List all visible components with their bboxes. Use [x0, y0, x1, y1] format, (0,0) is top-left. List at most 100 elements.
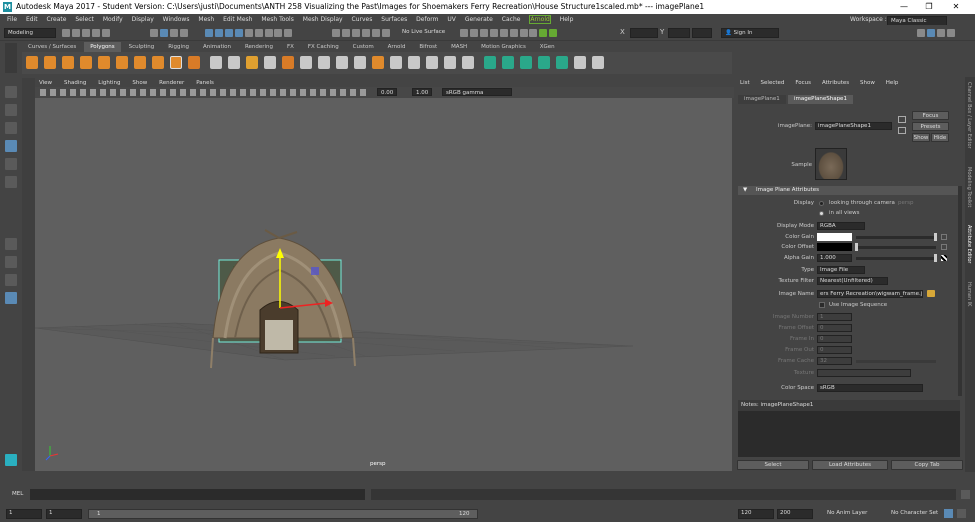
- mirror-icon[interactable]: [282, 56, 294, 69]
- snap-view-icon[interactable]: [361, 29, 370, 37]
- end-frame-field[interactable]: 120: [738, 509, 774, 519]
- close-button[interactable]: ✕: [945, 0, 967, 14]
- poly-torus-icon[interactable]: [98, 56, 110, 69]
- poly-text-icon[interactable]: [170, 56, 182, 69]
- separate-icon[interactable]: [228, 56, 240, 69]
- fill-hole-icon[interactable]: [372, 56, 384, 69]
- poly-sphere-icon[interactable]: [26, 56, 38, 69]
- animation-prefs-icon[interactable]: [957, 509, 966, 518]
- tab-imageplaneshape1[interactable]: imagePlaneShape1: [788, 95, 853, 104]
- rotate-tool-icon[interactable]: [5, 158, 17, 170]
- character-set-dropdown[interactable]: No Character Set: [891, 510, 938, 516]
- color-gain-map-icon[interactable]: [941, 234, 947, 240]
- menu-deform[interactable]: Deform: [416, 16, 438, 23]
- arnold-ipr-icon[interactable]: [549, 29, 558, 37]
- poly-disc-icon[interactable]: [134, 56, 146, 69]
- shelf-tab-rendering[interactable]: Rendering: [239, 42, 279, 52]
- modeling-toolkit-icon[interactable]: [917, 29, 925, 37]
- shelf-tab-rigging[interactable]: Rigging: [162, 42, 195, 52]
- color-offset-map-icon[interactable]: [941, 244, 947, 250]
- mask-curves-icon[interactable]: [224, 29, 233, 37]
- shelf-tab-sculpting[interactable]: Sculpting: [123, 42, 161, 52]
- menu-cache[interactable]: Cache: [502, 16, 521, 23]
- focus-button[interactable]: Focus: [912, 111, 949, 120]
- poly-svg-icon[interactable]: [188, 56, 200, 69]
- outliner-layout-icon[interactable]: [5, 292, 17, 304]
- uv-layout-icon[interactable]: [574, 56, 586, 69]
- tab-imageplane1[interactable]: imagePlane1: [738, 95, 786, 104]
- goto-output-icon[interactable]: [898, 127, 906, 134]
- tool-settings-icon[interactable]: [936, 29, 945, 37]
- scale-tool-icon[interactable]: [5, 176, 17, 188]
- copy-tab-button[interactable]: Copy Tab: [891, 460, 963, 470]
- script-editor-icon[interactable]: [961, 490, 970, 499]
- command-input[interactable]: [30, 489, 365, 500]
- paint-select-tool-icon[interactable]: [5, 122, 17, 134]
- minimize-button[interactable]: —: [893, 0, 915, 14]
- poly-cube-icon[interactable]: [44, 56, 56, 69]
- color-gain-slider[interactable]: [856, 236, 936, 239]
- display-radio-camera[interactable]: [819, 201, 824, 206]
- render-current-frame-icon[interactable]: [489, 29, 498, 37]
- max-frame-field[interactable]: 200: [777, 509, 813, 519]
- collapse-triangle-icon[interactable]: ▼: [743, 186, 747, 195]
- ae-scrollbar[interactable]: [958, 186, 962, 396]
- snap-point-icon[interactable]: [351, 29, 360, 37]
- uv-spherical-icon[interactable]: [520, 56, 532, 69]
- uv-automatic-icon[interactable]: [538, 56, 550, 69]
- boolean-icon[interactable]: [264, 56, 276, 69]
- delete-edge-icon[interactable]: [462, 56, 474, 69]
- menu-create[interactable]: Create: [47, 16, 67, 23]
- shelf-tab-xgen[interactable]: XGen: [534, 42, 561, 52]
- menu-windows[interactable]: Windows: [163, 16, 190, 23]
- current-frame-field[interactable]: 1: [46, 509, 82, 519]
- shelf-tab-arnold[interactable]: Arnold: [382, 42, 412, 52]
- menu-set-dropdown[interactable]: Modeling: [4, 28, 56, 38]
- side-tab-attribute-editor[interactable]: Attribute Editor: [966, 225, 972, 263]
- use-image-sequence-checkbox[interactable]: [819, 302, 825, 308]
- mask-deformations-icon[interactable]: [244, 29, 253, 37]
- mask-rendering-icon[interactable]: [264, 29, 273, 37]
- save-scene-icon[interactable]: [81, 29, 90, 37]
- shelf-tab-mash[interactable]: MASH: [445, 42, 473, 52]
- redo-icon[interactable]: [101, 29, 110, 37]
- far-clip-field[interactable]: 1.00: [412, 88, 432, 96]
- mask-joints-icon[interactable]: [214, 29, 223, 37]
- single-perspective-layout-icon[interactable]: [5, 238, 17, 250]
- ae-menu-help[interactable]: Help: [886, 80, 899, 86]
- lasso-tool-icon[interactable]: [5, 104, 17, 116]
- vp-menu-panels[interactable]: Panels: [196, 80, 214, 86]
- new-scene-icon[interactable]: [62, 29, 70, 37]
- output-ops-icon[interactable]: [469, 29, 478, 37]
- vp-menu-lighting[interactable]: Lighting: [98, 80, 120, 86]
- mask-misc-icon[interactable]: [274, 29, 283, 37]
- anim-layer-dropdown[interactable]: No Anim Layer: [827, 510, 867, 516]
- outliner-side-strip[interactable]: [22, 78, 35, 471]
- vp-menu-view[interactable]: View: [39, 80, 52, 86]
- select-by-component-icon[interactable]: [169, 29, 178, 37]
- shelf-tab-custom[interactable]: Custom: [347, 42, 380, 52]
- shelf-tab-motion-graphics[interactable]: Motion Graphics: [475, 42, 532, 52]
- image-name-field[interactable]: ers Ferry Recreation\wigwam_frame.jpg: [817, 290, 923, 298]
- load-attributes-button[interactable]: Load Attributes: [812, 460, 888, 470]
- vp-menu-show[interactable]: Show: [132, 80, 147, 86]
- select-button[interactable]: Select: [737, 460, 809, 470]
- coord-z-field[interactable]: [692, 28, 712, 38]
- hypershade-icon[interactable]: [519, 29, 528, 37]
- shelf-tab-fx-caching[interactable]: FX Caching: [302, 42, 345, 52]
- menu-generate[interactable]: Generate: [465, 16, 493, 23]
- edge-loop-icon[interactable]: [426, 56, 438, 69]
- snap-live-icon[interactable]: [381, 29, 390, 37]
- ae-menu-attributes[interactable]: Attributes: [822, 80, 849, 86]
- ae-menu-show[interactable]: Show: [860, 80, 875, 86]
- move-tool-icon[interactable]: [5, 140, 17, 152]
- ae-menu-list[interactable]: List: [740, 80, 750, 86]
- select-by-object-icon[interactable]: [159, 29, 168, 37]
- input-ops-icon[interactable]: [460, 29, 468, 37]
- sign-in-dropdown[interactable]: 👤 Sign In: [721, 28, 779, 38]
- perspective-viewport[interactable]: persp: [35, 98, 732, 471]
- menu-select[interactable]: Select: [75, 16, 94, 23]
- extrude-icon[interactable]: [318, 56, 330, 69]
- menu-uv[interactable]: UV: [447, 16, 456, 23]
- start-frame-field[interactable]: 1: [6, 509, 42, 519]
